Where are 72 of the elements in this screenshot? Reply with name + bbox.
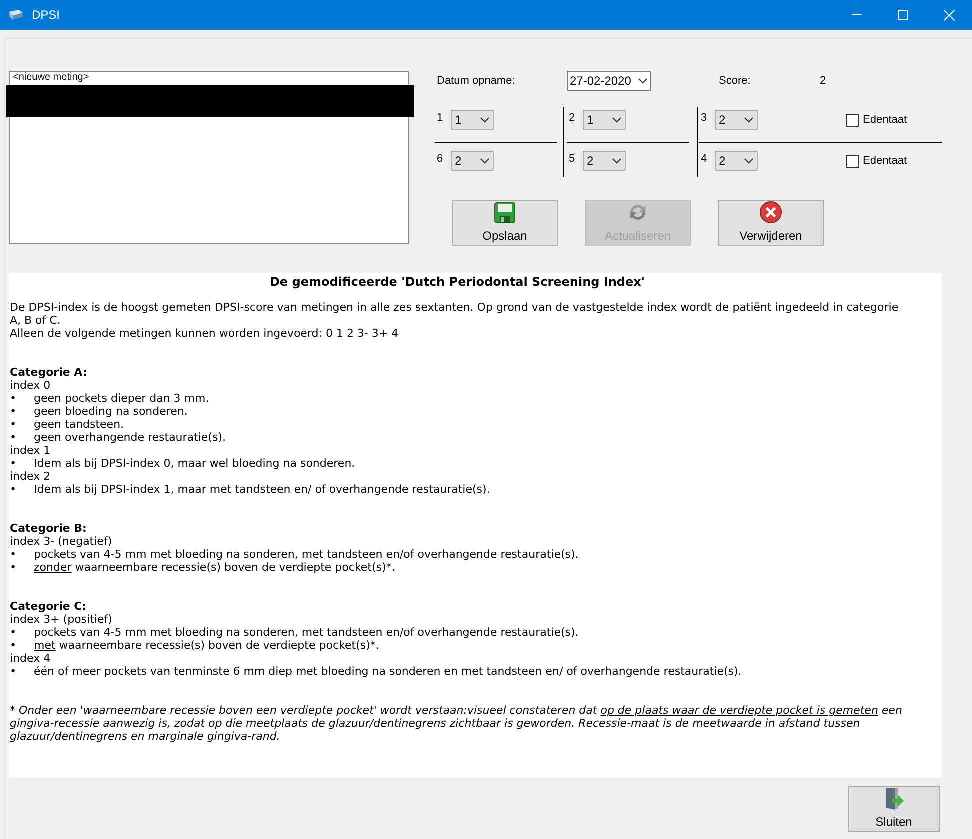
chevron-down-icon	[638, 78, 648, 84]
bullet-marker: •	[10, 457, 18, 470]
bullet-text: geen pockets dieper dan 3 mm.	[34, 392, 210, 405]
bullet-text: geen tandsteen.	[34, 418, 124, 431]
text-line: index 3+ (positief)	[10, 613, 114, 626]
sextant-label: 2	[569, 111, 576, 126]
score-value: 2	[820, 74, 826, 89]
bullet-text: Idem als bij DPSI-index 0, maar wel bloeding na sonderen.	[34, 457, 356, 470]
category-heading: Categorie C:	[10, 600, 88, 613]
close-icon[interactable]	[944, 10, 955, 20]
bullet-marker: •	[10, 392, 18, 405]
sextant-label: 5	[569, 152, 576, 167]
bullet-marker: •	[10, 405, 18, 418]
chevron-down-icon	[480, 158, 490, 164]
close-button[interactable]: Sluiten	[848, 786, 940, 832]
list-item[interactable]: <nieuwe meting>	[10, 72, 408, 84]
edentaat-label: Edentaat	[863, 154, 908, 169]
value-dropdown[interactable]: 1	[451, 110, 494, 130]
maximize-icon[interactable]	[898, 10, 908, 20]
window-title: DPSI	[32, 7, 60, 24]
edentaat-label: Edentaat	[863, 113, 908, 128]
bullet-text: met waarneembare recessie(s) boven de verdiepte pocket(s)*.	[34, 639, 380, 652]
action-button[interactable]: Verwijderen	[718, 200, 824, 246]
date-picker[interactable]: 27-02-2020	[567, 71, 651, 91]
sextant-label: 4	[701, 152, 708, 167]
text-line: index 4	[10, 652, 52, 665]
bullet-text: zonder waarneembare recessie(s) boven de verdiepte pocket(s)*.	[34, 561, 396, 574]
text-line: Alleen de volgende metingen kunnen worden ingevoerd: 0 1 2 3- 3+ 4	[10, 327, 400, 340]
chevron-down-icon	[612, 158, 622, 164]
bullet-marker: •	[10, 665, 18, 678]
bullet-marker: •	[10, 561, 18, 574]
bullet-text: geen bloeding na sonderen.	[34, 405, 188, 418]
bullet-marker: •	[10, 626, 18, 639]
bullet-marker: •	[10, 639, 18, 652]
bullet-marker: •	[10, 548, 18, 561]
bullet-text: geen overhangende restauratie(s).	[34, 431, 226, 444]
info-title: De gemodificeerde 'Dutch Periodontal Screening Index'	[268, 275, 646, 290]
footnote-text: * Onder een 'waarneembare recessie boven een verdiepte pocket' wordt verstaan:visueel constateren dat op de plaats waar de verdiepte pocket is gemeten een gingiva-recessie aanwezig is, zodat op die meetplaats de glazuur/dentinegrens zichtbaar is geworden. Recessie-maat is de meetwaarde in afstand tussen glazuur/dentinegrens en marginale gingiva-rand.	[10, 704, 904, 743]
chevron-down-icon	[612, 117, 622, 123]
bullet-text: één of meer pockets van tenminste 6 mm diep met bloeding na sonderen en met tandsteen en/ of overhangende restauratie(s).	[34, 665, 742, 678]
text-line: index 2	[10, 470, 52, 483]
app-icon	[8, 9, 24, 21]
bullet-text: Idem als bij DPSI-index 1, maar met tandsteen en/ of overhangende restauratie(s).	[34, 483, 490, 496]
value-dropdown[interactable]: 2	[715, 110, 758, 130]
value-dropdown[interactable]: 1	[583, 110, 626, 130]
bullet-text: pockets van 4-5 mm met bloeding na sonderen, met tandsteen en/of overhangende restauratie(s).	[34, 548, 579, 561]
date-label: Datum opname:	[437, 74, 516, 89]
category-heading: Categorie B:	[10, 522, 88, 535]
bullet-text: pockets van 4-5 mm met bloeding na sonderen, met tandsteen en/of overhangende restauratie(s).	[34, 626, 579, 639]
chevron-down-icon	[480, 117, 490, 123]
bullet-marker: •	[10, 431, 18, 444]
text-line: index 1	[10, 444, 52, 457]
chevron-down-icon	[744, 158, 754, 164]
category-heading: Categorie A:	[10, 366, 88, 379]
text-line: index 3- (negatief)	[10, 535, 114, 548]
score-label: Score:	[719, 74, 752, 89]
exit-door-icon	[883, 787, 905, 811]
chevron-down-icon	[744, 117, 754, 123]
edentaat-checkbox[interactable]	[846, 154, 859, 168]
sextant-label: 3	[701, 111, 708, 126]
action-button[interactable]: Opslaan	[452, 200, 558, 246]
bullet-marker: •	[10, 483, 18, 496]
bullet-marker: •	[10, 418, 18, 431]
edentaat-checkbox[interactable]	[846, 114, 859, 127]
value-dropdown[interactable]: 2	[583, 151, 626, 171]
value-dropdown[interactable]: 2	[715, 151, 758, 171]
text-line: index 0	[10, 379, 52, 392]
value-dropdown[interactable]: 2	[451, 151, 494, 171]
delete-icon	[759, 201, 783, 224]
sextant-label: 6	[437, 152, 444, 167]
sextant-label: 1	[437, 111, 444, 126]
text-line: De DPSI-index is de hoogst gemeten DPSI-score van metingen in alle zes sextanten. Op grond van de vastgestelde index wordt de patiënt ingedeeld in categorie A, B of C.	[10, 301, 900, 327]
